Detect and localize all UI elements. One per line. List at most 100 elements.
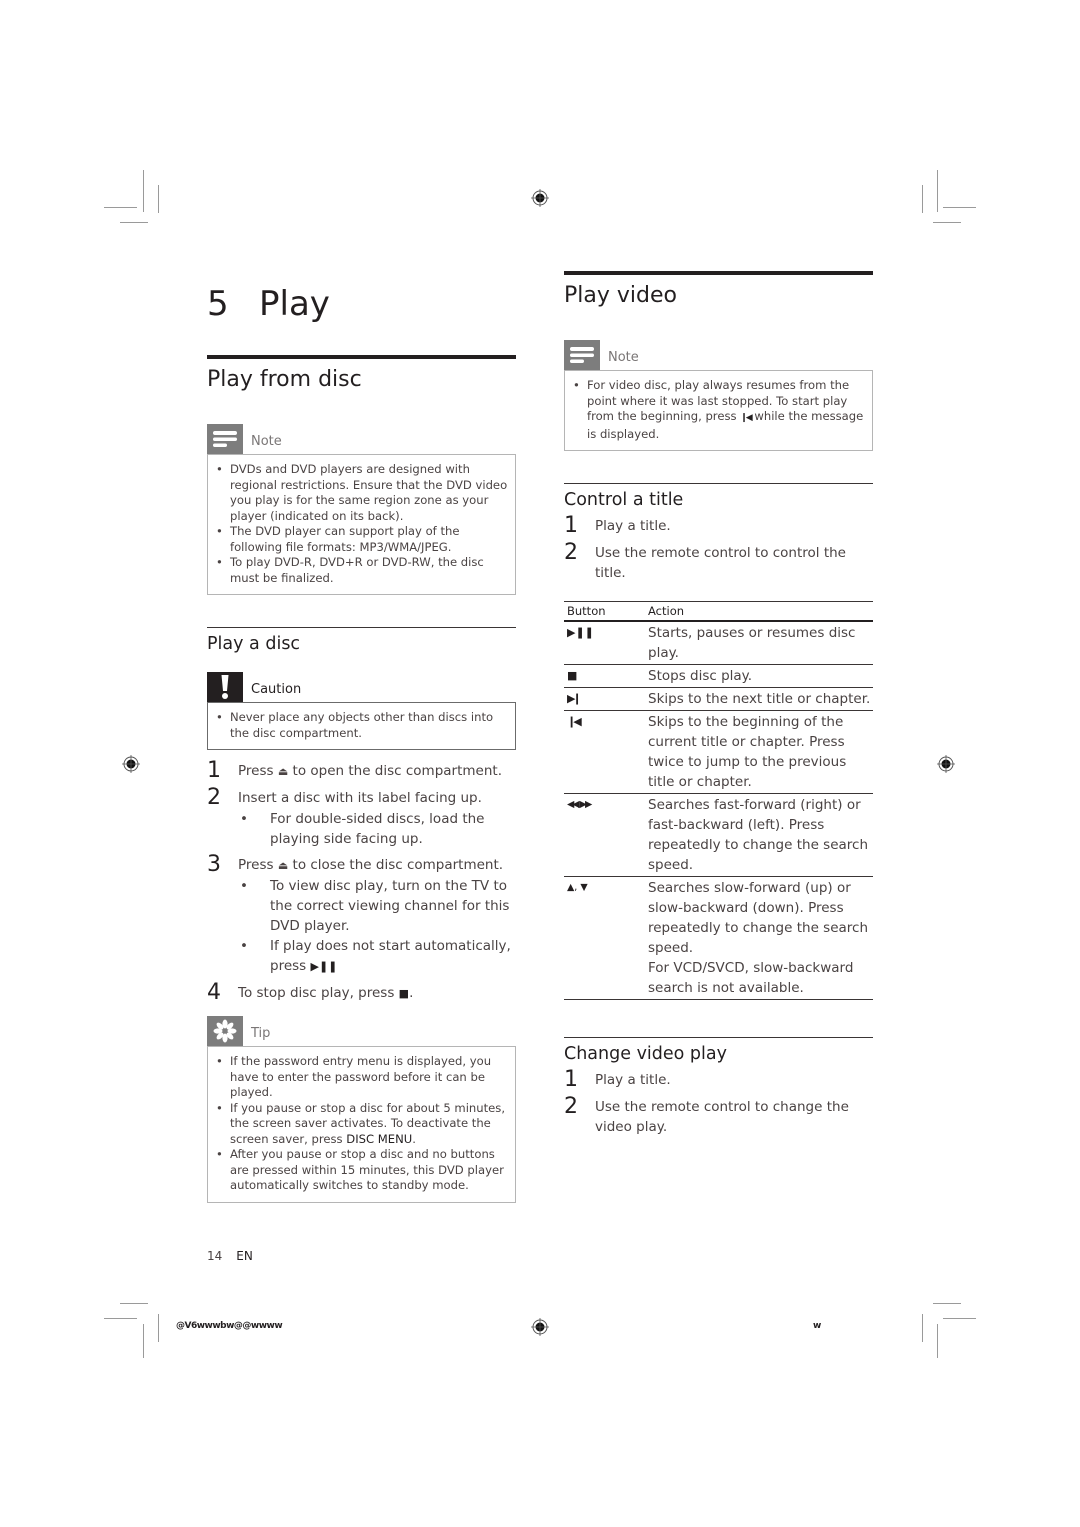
table-row: ▶❚❚ Starts, pauses or resumes disc play.	[564, 621, 873, 665]
language-code: EN	[236, 1249, 253, 1263]
note-lines-icon	[207, 424, 243, 454]
chapter-title: 5 Play	[207, 278, 516, 330]
subsection-rule	[564, 483, 873, 484]
exclamation-icon	[207, 672, 243, 702]
crop-mark	[943, 207, 976, 208]
step: 1 Play a title.	[564, 1067, 671, 1092]
step: 2 Insert a disc with its label facing up…	[207, 785, 482, 810]
stop-icon: ■	[398, 987, 410, 1000]
tip-item: If you pause or stop a disc for about 5 …	[216, 1101, 509, 1148]
subsection-rule	[207, 627, 516, 628]
step-bullet: • If play does not start automatically, …	[240, 938, 511, 974]
eject-icon: ⏏	[277, 765, 289, 778]
table-row: ■ Stops disc play.	[564, 664, 873, 688]
column-header-action: Action	[645, 601, 873, 622]
chapter-name: Play	[259, 284, 330, 324]
crop-mark	[143, 170, 144, 212]
crop-mark	[104, 1318, 137, 1319]
crop-mark	[937, 1324, 938, 1358]
registration-mark-icon	[122, 755, 140, 773]
button-action-table: Button Action ▶❚❚ Starts, pauses or resu…	[564, 601, 873, 1000]
crop-mark	[922, 1314, 923, 1342]
previous-icon: ❙◀	[564, 710, 645, 794]
print-code: w	[813, 1321, 821, 1331]
tip-content: If the password entry menu is displayed,…	[207, 1046, 516, 1203]
note-box: Note DVDs and DVD players are designed w…	[207, 424, 516, 595]
change-video-steps: 1 Play a title. 2 Use the remote control…	[564, 1069, 873, 1137]
tip-header: Tip	[207, 1016, 516, 1046]
previous-icon: ❙◀	[740, 413, 753, 423]
note-content: DVDs and DVD players are designed with r…	[207, 454, 516, 595]
play-pause-icon: ▶❚❚	[564, 621, 645, 665]
right-column: Play video Note For video disc, play alw…	[564, 270, 873, 1137]
table-row: ❙◀ Skips to the beginning of the current…	[564, 710, 873, 794]
tip-item: If the password entry menu is displayed,…	[216, 1054, 509, 1101]
step-bullet: • For double-sided discs, load the playi…	[240, 811, 485, 847]
section-rule	[207, 355, 516, 359]
note-item: The DVD player can support play of the f…	[216, 524, 509, 555]
eject-icon: ⏏	[277, 859, 289, 872]
tip-label: Tip	[251, 1026, 271, 1041]
crop-mark	[943, 1318, 976, 1319]
crop-mark	[937, 170, 938, 212]
stop-icon: ■	[564, 664, 645, 688]
left-column: 5 Play Play from disc Note DVDs and DVD p…	[207, 270, 516, 1203]
tip-box: Tip If the password entry menu is displa…	[207, 1016, 516, 1203]
table-row: ◀◀, ▶▶ Searches fast-forward (right) or …	[564, 793, 873, 877]
step: 3 Press ⏏ to close the disc compartment.	[207, 852, 504, 877]
up-down-icon: ▲, ▼	[564, 876, 645, 1000]
step: 2 Use the remote control to change the v…	[564, 1094, 849, 1136]
note-label: Note	[251, 434, 282, 449]
asterisk-tip-icon	[207, 1016, 243, 1046]
caution-header: Caution	[207, 672, 516, 702]
play-pause-icon: ▶❚❚	[310, 960, 338, 973]
column-header-button: Button	[564, 601, 645, 622]
note-box: Note For video disc, play always resumes…	[564, 340, 873, 451]
section-title-play-from-disc: Play from disc	[207, 367, 362, 392]
table-row: ▲, ▼ Searches slow-forward (up) or slow-…	[564, 876, 873, 1000]
registration-mark-icon	[531, 1318, 549, 1336]
section-title-play-video: Play video	[564, 283, 677, 308]
table-row: ▶❙ Skips to the next title or chapter.	[564, 687, 873, 711]
note-label: Note	[608, 350, 639, 365]
crop-mark	[158, 185, 159, 213]
note-lines-icon	[564, 340, 600, 370]
note-header: Note	[207, 424, 516, 454]
page-number: 14	[207, 1249, 223, 1263]
print-code: @V6wwwbw@@wwww	[176, 1321, 283, 1331]
crop-mark	[158, 1314, 159, 1342]
chapter-number: 5	[207, 284, 229, 324]
step: 2 Use the remote control to control the …	[564, 540, 846, 582]
disc-menu-key: DISC MENU	[346, 1131, 413, 1146]
crop-mark	[120, 222, 148, 223]
step: 1 Press ⏏ to open the disc compartment.	[207, 758, 502, 783]
subsection-title-play-a-disc: Play a disc	[207, 634, 301, 654]
caution-box: Caution Never place any objects other th…	[207, 672, 516, 750]
tip-item: After you pause or stop a disc and no bu…	[216, 1147, 509, 1194]
crop-mark	[933, 222, 961, 223]
step: 4 To stop disc play, press ■.	[207, 980, 414, 1005]
note-item: To play DVD-R, DVD+R or DVD-RW, the disc…	[216, 555, 509, 586]
play-disc-steps: 1 Press ⏏ to open the disc compartment. …	[207, 760, 516, 1004]
rewind-forward-icon: ◀◀, ▶▶	[564, 793, 645, 877]
crop-mark	[933, 1303, 961, 1304]
crop-mark	[143, 1324, 144, 1358]
caution-item: Never place any objects other than discs…	[216, 710, 509, 741]
crop-mark	[104, 207, 137, 208]
note-header: Note	[564, 340, 873, 370]
subsection-title-change-video-play: Change video play	[564, 1044, 727, 1064]
note-item: For video disc, play always resumes from…	[573, 378, 866, 442]
caution-label: Caution	[251, 682, 302, 697]
section-rule	[564, 271, 873, 275]
step-bullet: • To view disc play, turn on the TV to t…	[240, 878, 510, 934]
control-title-steps: 1 Play a title. 2 Use the remote control…	[564, 515, 873, 583]
note-content: For video disc, play always resumes from…	[564, 370, 873, 451]
next-icon: ▶❙	[564, 687, 645, 711]
step: 1 Play a title.	[564, 513, 671, 538]
page-footer: 14 EN	[207, 1249, 253, 1263]
registration-mark-icon	[531, 189, 549, 207]
caution-content: Never place any objects other than discs…	[207, 702, 516, 750]
subsection-rule	[564, 1037, 873, 1038]
crop-mark	[120, 1303, 148, 1304]
crop-mark	[922, 185, 923, 213]
